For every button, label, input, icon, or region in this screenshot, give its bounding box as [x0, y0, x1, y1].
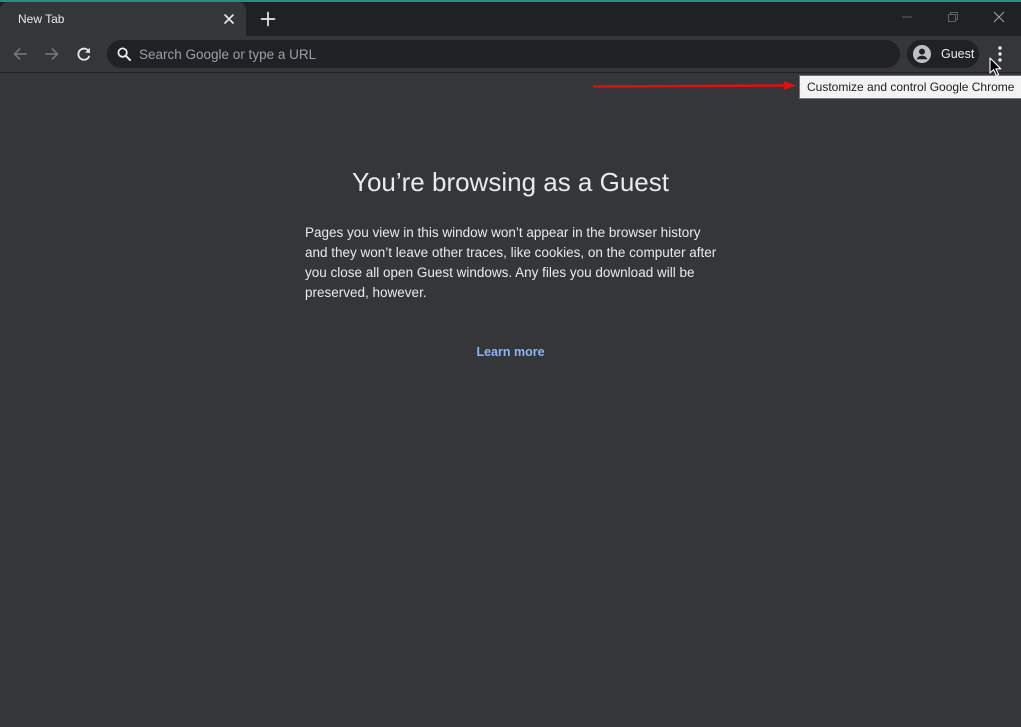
toolbar: Guest [0, 36, 1021, 73]
menu-tooltip: Customize and control Google Chrome [799, 75, 1021, 99]
restore-icon[interactable] [942, 6, 964, 28]
guest-description: Pages you view in this window won’t appe… [305, 225, 717, 300]
forward-arrow-icon[interactable] [42, 44, 62, 64]
omnibox[interactable] [107, 40, 900, 68]
omnibox-input[interactable] [139, 40, 879, 68]
account-circle-icon [912, 44, 932, 64]
close-window-icon[interactable] [988, 6, 1010, 28]
new-tab-plus-icon[interactable] [258, 9, 278, 29]
search-icon [117, 47, 131, 61]
mouse-cursor-icon [989, 57, 1003, 77]
tab-close-icon[interactable] [221, 11, 237, 27]
browser-window: New Tab Search Google or type a URL Gues… [0, 0, 1021, 727]
profile-label: Guest [941, 47, 975, 61]
annotation-arrow-icon [592, 80, 798, 92]
learn-more-link[interactable]: Learn more [476, 345, 544, 359]
back-arrow-icon[interactable] [10, 44, 30, 64]
learn-more-row: Learn more [0, 345, 1021, 359]
reload-icon[interactable] [74, 44, 94, 64]
tab-new-tab[interactable]: New Tab [0, 2, 246, 36]
guest-page-content: You’re browsing as a Guest Pages you vie… [0, 73, 1021, 727]
tab-title: New Tab [18, 12, 65, 26]
page-title: You’re browsing as a Guest [351, 167, 669, 197]
tab-strip: New Tab [0, 2, 1021, 36]
profile-button[interactable]: Guest [907, 40, 979, 68]
minimize-icon[interactable] [896, 6, 918, 28]
